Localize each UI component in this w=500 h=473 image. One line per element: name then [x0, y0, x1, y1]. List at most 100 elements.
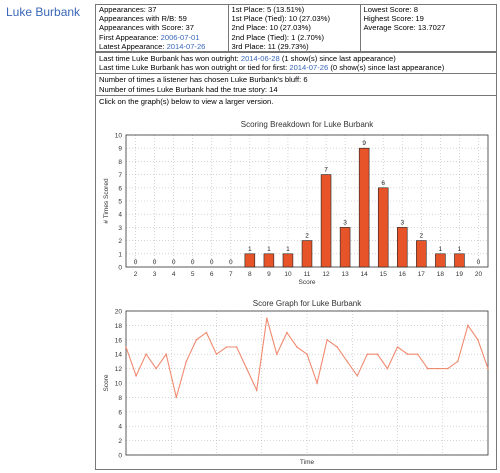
last-tied-win: Last time Luke Burbank has won outright …: [99, 63, 445, 73]
score-point: [165, 353, 168, 355]
score-point: [457, 360, 459, 363]
latest-appearance-link[interactable]: 2014-07-26: [167, 42, 206, 51]
highest-score: Highest Score: 19: [363, 14, 424, 24]
bar-value-label: 2: [305, 233, 309, 240]
bar-value-label: 0: [153, 259, 157, 266]
x-tick-label: 8: [248, 271, 252, 278]
first-appearance: First Appearance: 2006-07-01: [99, 32, 200, 42]
y-tick-label: 9: [118, 146, 122, 153]
x-tick-label: 15: [380, 271, 388, 278]
score-point: [185, 360, 188, 363]
score-point: [205, 331, 208, 334]
score-point: [336, 346, 338, 348]
y-tick-label: 7: [118, 172, 122, 179]
bar-value-label: 0: [191, 259, 195, 266]
y-tick-label: 6: [118, 185, 122, 192]
score-point: [175, 396, 178, 399]
bar: [282, 253, 294, 268]
player-name-link[interactable]: Luke Burbank: [6, 5, 80, 19]
y-tick-label: 6: [118, 409, 122, 416]
score-point: [155, 367, 157, 370]
score-point: [255, 389, 258, 391]
score-point: [416, 353, 419, 355]
x-tick-label: 7: [229, 271, 233, 278]
bar-value-label: 3: [400, 219, 404, 226]
score-point: [145, 353, 147, 355]
bar-value-label: 6: [381, 180, 385, 187]
bar-value-label: 2: [420, 233, 424, 240]
y-tick-label: 4: [118, 212, 122, 219]
score-point: [296, 346, 298, 348]
x-tick-label: 12: [322, 271, 330, 278]
score-point: [477, 339, 479, 341]
bluff-section: Number of times a listener has chosen Lu…: [96, 73, 496, 94]
x-tick-label: 9: [267, 271, 271, 278]
score-breakdown-chart[interactable]: Scoring Breakdown for Luke Burbank012345…: [96, 115, 496, 297]
appearance-stats: Appearances: 37 Appearances with R/B: 59…: [96, 5, 229, 53]
y-tick-label: 18: [115, 323, 123, 330]
y-tick-label: 16: [115, 337, 123, 344]
x-tick-label: 2: [134, 271, 138, 278]
score-point: [346, 360, 349, 363]
x-axis-label: Time: [300, 459, 315, 466]
bar: [244, 253, 256, 268]
bar: [454, 253, 465, 268]
last-outright-win-link[interactable]: 2014-06-28: [241, 54, 280, 63]
score-point: [376, 353, 379, 355]
bar: [435, 253, 446, 268]
placement-stats: 1st Place: 5 (13.51%) 1st Place (Tied): …: [227, 5, 361, 53]
first-place-tied: 1st Place (Tied): 10 (27.03%): [231, 14, 330, 24]
first-appearance-link[interactable]: 2006-07-01: [161, 33, 200, 42]
y-tick-label: 3: [118, 225, 122, 232]
x-tick-label: 6: [210, 271, 214, 278]
bar: [397, 227, 408, 268]
average-score: Average Score: 13.7027: [363, 23, 446, 33]
score-point: [125, 346, 127, 348]
chart-title: Score Graph for Luke Burbank: [253, 299, 363, 308]
x-tick-label: 16: [399, 271, 407, 278]
score-point: [245, 367, 248, 370]
y-tick-label: 14: [115, 352, 123, 359]
score-point: [436, 367, 439, 370]
score-point: [426, 367, 429, 370]
score-point: [306, 353, 308, 355]
x-tick-label: 4: [172, 271, 176, 278]
score-point: [235, 346, 238, 348]
first-place: 1st Place: 5 (13.51%): [231, 5, 305, 14]
bar-value-label: 0: [210, 259, 214, 266]
appearances-score: Appearances with Score: 37: [99, 23, 194, 33]
true-story: Number of times Luke Burbank had the tru…: [99, 84, 278, 94]
y-tick-label: 10: [115, 133, 123, 140]
bar-value-label: 9: [362, 140, 366, 147]
lowest-score: Lowest Score: 8: [363, 5, 418, 14]
second-place: 2nd Place: 10 (27.03%): [231, 23, 311, 33]
y-tick-label: 4: [118, 424, 122, 431]
bar-value-label: 1: [439, 246, 443, 253]
bar-value-label: 0: [477, 259, 481, 266]
x-tick-label: 3: [153, 271, 157, 278]
score-point: [326, 339, 328, 341]
x-tick-label: 19: [456, 271, 464, 278]
score-point: [366, 353, 369, 355]
last-tied-win-link[interactable]: 2014-07-26: [289, 63, 328, 72]
bluff-chosen: Number of times a listener has chosen Lu…: [99, 75, 308, 85]
bar: [416, 240, 427, 268]
x-tick-label: 11: [304, 271, 311, 278]
score-point: [446, 367, 449, 370]
score-point: [276, 353, 278, 355]
score-point: [195, 339, 198, 341]
wins-section: Last time Luke Burbank has won outright:…: [96, 52, 496, 73]
bar-value-label: 0: [134, 259, 138, 266]
y-tick-label: 12: [115, 366, 123, 373]
x-tick-label: 17: [418, 271, 426, 278]
bar: [377, 187, 389, 268]
y-tick-label: 20: [115, 309, 123, 316]
y-tick-label: 2: [118, 238, 122, 245]
bar: [358, 147, 370, 268]
score-point: [265, 317, 268, 319]
y-tick-label: 0: [118, 265, 122, 272]
y-tick-label: 5: [118, 199, 122, 206]
score-stats: Lowest Score: 8 Highest Score: 19 Averag…: [359, 5, 496, 53]
score-graph-chart[interactable]: Score Graph for Luke Burbank 0 2 4 6 8 10 12 14 1…: [96, 297, 496, 469]
x-tick-label: 5: [191, 271, 195, 278]
